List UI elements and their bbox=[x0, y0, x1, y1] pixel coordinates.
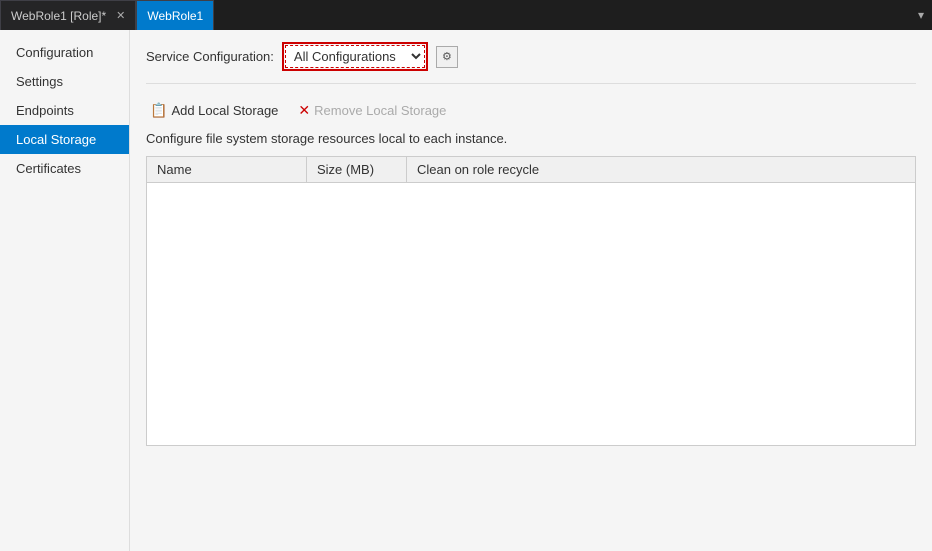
sidebar-item-endpoints-label: Endpoints bbox=[16, 103, 74, 118]
sidebar-item-certificates[interactable]: Certificates bbox=[0, 154, 129, 183]
sidebar-item-local-storage-label: Local Storage bbox=[16, 132, 96, 147]
content-panel: Service Configuration: All Configuration… bbox=[130, 30, 932, 551]
tab-webrole1-label: WebRole1 bbox=[147, 9, 203, 23]
toolbar-row: 📋 Add Local Storage ✕ Remove Local Stora… bbox=[146, 100, 916, 121]
remove-local-storage-label: Remove Local Storage bbox=[314, 103, 446, 118]
config-settings-icon: ⚙ bbox=[442, 50, 452, 63]
column-size-header: Size (MB) bbox=[307, 157, 407, 182]
tab-webrole1-role-label: WebRole1 [Role]* bbox=[11, 9, 106, 23]
service-config-row: Service Configuration: All Configuration… bbox=[146, 42, 916, 84]
service-config-label: Service Configuration: bbox=[146, 49, 274, 64]
column-name-header: Name bbox=[147, 157, 307, 182]
sidebar-item-local-storage[interactable]: Local Storage bbox=[0, 125, 129, 154]
sidebar-item-configuration[interactable]: Configuration bbox=[0, 38, 129, 67]
sidebar-item-configuration-label: Configuration bbox=[16, 45, 93, 60]
title-bar: WebRole1 [Role]* ✕ WebRole1 ▾ bbox=[0, 0, 932, 30]
app-container: WebRole1 [Role]* ✕ WebRole1 ▾ Configurat… bbox=[0, 0, 932, 551]
sidebar-item-settings[interactable]: Settings bbox=[0, 67, 129, 96]
main-area: Configuration Settings Endpoints Local S… bbox=[0, 30, 932, 551]
title-bar-dropdown[interactable]: ▾ bbox=[918, 8, 932, 22]
sidebar: Configuration Settings Endpoints Local S… bbox=[0, 30, 130, 551]
config-icon-button[interactable]: ⚙ bbox=[436, 46, 458, 68]
column-clean-header: Clean on role recycle bbox=[407, 157, 915, 182]
sidebar-item-endpoints[interactable]: Endpoints bbox=[0, 96, 129, 125]
table-body bbox=[147, 183, 915, 443]
title-bar-arrow-icon: ▾ bbox=[918, 8, 924, 22]
add-icon: 📋 bbox=[150, 102, 167, 119]
remove-local-storage-button[interactable]: ✕ Remove Local Storage bbox=[294, 100, 450, 121]
remove-icon: ✕ bbox=[298, 102, 310, 119]
storage-table-wrapper: Name Size (MB) Clean on role recycle bbox=[146, 156, 916, 446]
service-config-select-wrapper: All Configurations Cloud Local bbox=[282, 42, 428, 71]
table-header: Name Size (MB) Clean on role recycle bbox=[147, 157, 915, 183]
tab-webrole1-role[interactable]: WebRole1 [Role]* ✕ bbox=[0, 0, 136, 30]
service-config-select[interactable]: All Configurations Cloud Local bbox=[285, 45, 425, 68]
sidebar-item-settings-label: Settings bbox=[16, 74, 63, 89]
tab-webrole1-role-close[interactable]: ✕ bbox=[116, 9, 125, 22]
description-text: Configure file system storage resources … bbox=[146, 131, 916, 146]
add-local-storage-button[interactable]: 📋 Add Local Storage bbox=[146, 100, 282, 121]
tab-webrole1[interactable]: WebRole1 bbox=[136, 0, 214, 30]
sidebar-item-certificates-label: Certificates bbox=[16, 161, 81, 176]
add-local-storage-label: Add Local Storage bbox=[171, 103, 278, 118]
